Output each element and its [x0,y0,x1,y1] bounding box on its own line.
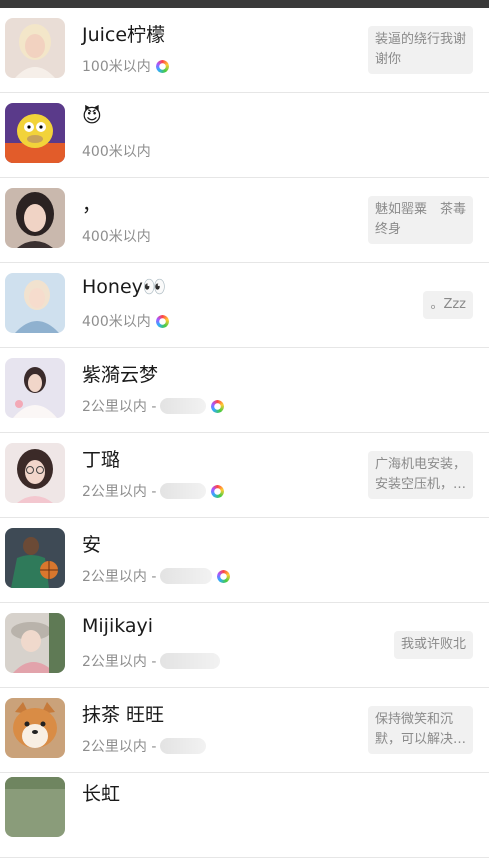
bio-line: 安装空压机，… [374,477,466,492]
blurred-location [160,398,207,414]
list-item[interactable]: 丁璐 2公里以内 - 广海机电安装， 安装空压机，… [0,433,489,518]
bio-line: 。Zzz [430,297,466,312]
avatar[interactable] [5,273,65,333]
blurred-location [160,483,207,499]
bio-line: 广海机电安装， [374,457,466,472]
list-item[interactable]: ， 400米以内 魅如罂粟 茶毒 终身 [0,178,489,263]
avatar[interactable] [5,18,65,78]
distance-info: 2公里以内 - [82,396,225,416]
distance-text: 400米以内 [82,144,151,160]
distance-text: 2公里以内 - [82,739,157,755]
avatar[interactable] [5,613,65,673]
distance-info: 2公里以内 - [82,481,225,501]
bio-line: 默，可以解决… [374,732,466,747]
list-item[interactable]: 安 2公里以内 - [0,518,489,603]
bio-line: 谢你 [374,52,401,67]
bio-line: 保持微笑和沉 [374,712,453,727]
bio-bubble: 。Zzz [423,291,473,319]
distance-info: 100米以内 [82,56,169,76]
blurred-location [160,738,207,754]
list-item[interactable]: Mijikayi 2公里以内 - 我或许败北 [0,603,489,688]
nearby-people-list: Juice柠檬 100米以内 装逼的绕行我谢 谢你 😈 400米以内 ， 400… [0,8,489,858]
avatar[interactable] [5,188,65,248]
moments-ring-icon[interactable] [211,484,225,498]
bio-line: 装逼的绕行我谢 [374,32,466,47]
distance-info: 2公里以内 - [82,736,207,756]
distance-text: 100米以内 [82,59,151,75]
avatar[interactable] [5,103,65,163]
distance-text: 2公里以内 - [82,569,157,585]
list-item[interactable]: 紫漪云梦 2公里以内 - [0,348,489,433]
moments-ring-icon[interactable] [211,399,225,413]
avatar-girl-dark-hair-icon [5,188,65,248]
contact-name: Honey👀 [82,276,167,298]
avatar-girl-hat-icon [5,613,65,673]
bio-bubble: 广海机电安装， 安装空压机，… [367,451,473,499]
bio-line: 终身 [374,222,401,237]
contact-name: 安 [82,534,102,556]
distance-text: 2公里以内 - [82,484,157,500]
distance-info: 400米以内 [82,311,169,331]
distance-info: 400米以内 [82,141,151,161]
avatar-girl-white-dress-icon [5,358,65,418]
contact-name: Mijikayi [82,615,154,637]
distance-info: 400米以内 [82,226,151,246]
list-item[interactable]: 抹茶 旺旺 2公里以内 - 保持微笑和沉 默，可以解决… [0,688,489,773]
moments-ring-icon[interactable] [155,314,169,328]
contact-name: 丁璐 [82,449,121,471]
avatar-girl-light-icon [5,273,65,333]
avatar-shiba-dog-icon [5,698,65,758]
distance-text: 2公里以内 - [82,399,157,415]
bio-bubble: 我或许败北 [393,631,473,659]
distance-text: 2公里以内 - [82,654,157,670]
list-item[interactable]: 长虹 [0,773,489,858]
bio-line: 魅如罂粟 茶毒 [374,202,466,217]
avatar[interactable] [5,358,65,418]
avatar[interactable] [5,528,65,588]
avatar[interactable] [5,698,65,758]
blurred-location [160,653,221,669]
bio-line: 我或许败北 [400,637,466,652]
avatar[interactable] [5,443,65,503]
avatar-cartoon-icon [5,103,65,163]
blurred-location [160,568,213,584]
avatar-girl-blonde-icon [5,18,65,78]
avatar[interactable] [5,777,65,837]
distance-info: 2公里以内 - [82,566,231,586]
list-item[interactable]: Honey👀 400米以内 。Zzz [0,263,489,348]
moments-ring-icon[interactable] [217,569,231,583]
contact-name: 😈 [82,105,102,127]
list-item[interactable]: 😈 400米以内 [0,93,489,178]
avatar-landscape-icon [5,777,65,837]
contact-name: 抹茶 旺旺 [82,704,165,726]
contact-name: ， [82,194,102,216]
bio-bubble: 保持微笑和沉 默，可以解决… [367,706,473,754]
moments-ring-icon[interactable] [155,59,169,73]
avatar-basketball-icon [5,528,65,588]
contact-name: Juice柠檬 [82,24,166,46]
bio-bubble: 装逼的绕行我谢 谢你 [367,26,473,74]
contact-name: 长虹 [82,783,121,805]
distance-text: 400米以内 [82,229,151,245]
list-item[interactable]: Juice柠檬 100米以内 装逼的绕行我谢 谢你 [0,8,489,93]
contact-name: 紫漪云梦 [82,364,159,386]
distance-text: 400米以内 [82,314,151,330]
status-bar [0,0,489,8]
avatar-girl-glasses-icon [5,443,65,503]
bio-bubble: 魅如罂粟 茶毒 终身 [367,196,473,244]
distance-info: 2公里以内 - [82,651,221,671]
